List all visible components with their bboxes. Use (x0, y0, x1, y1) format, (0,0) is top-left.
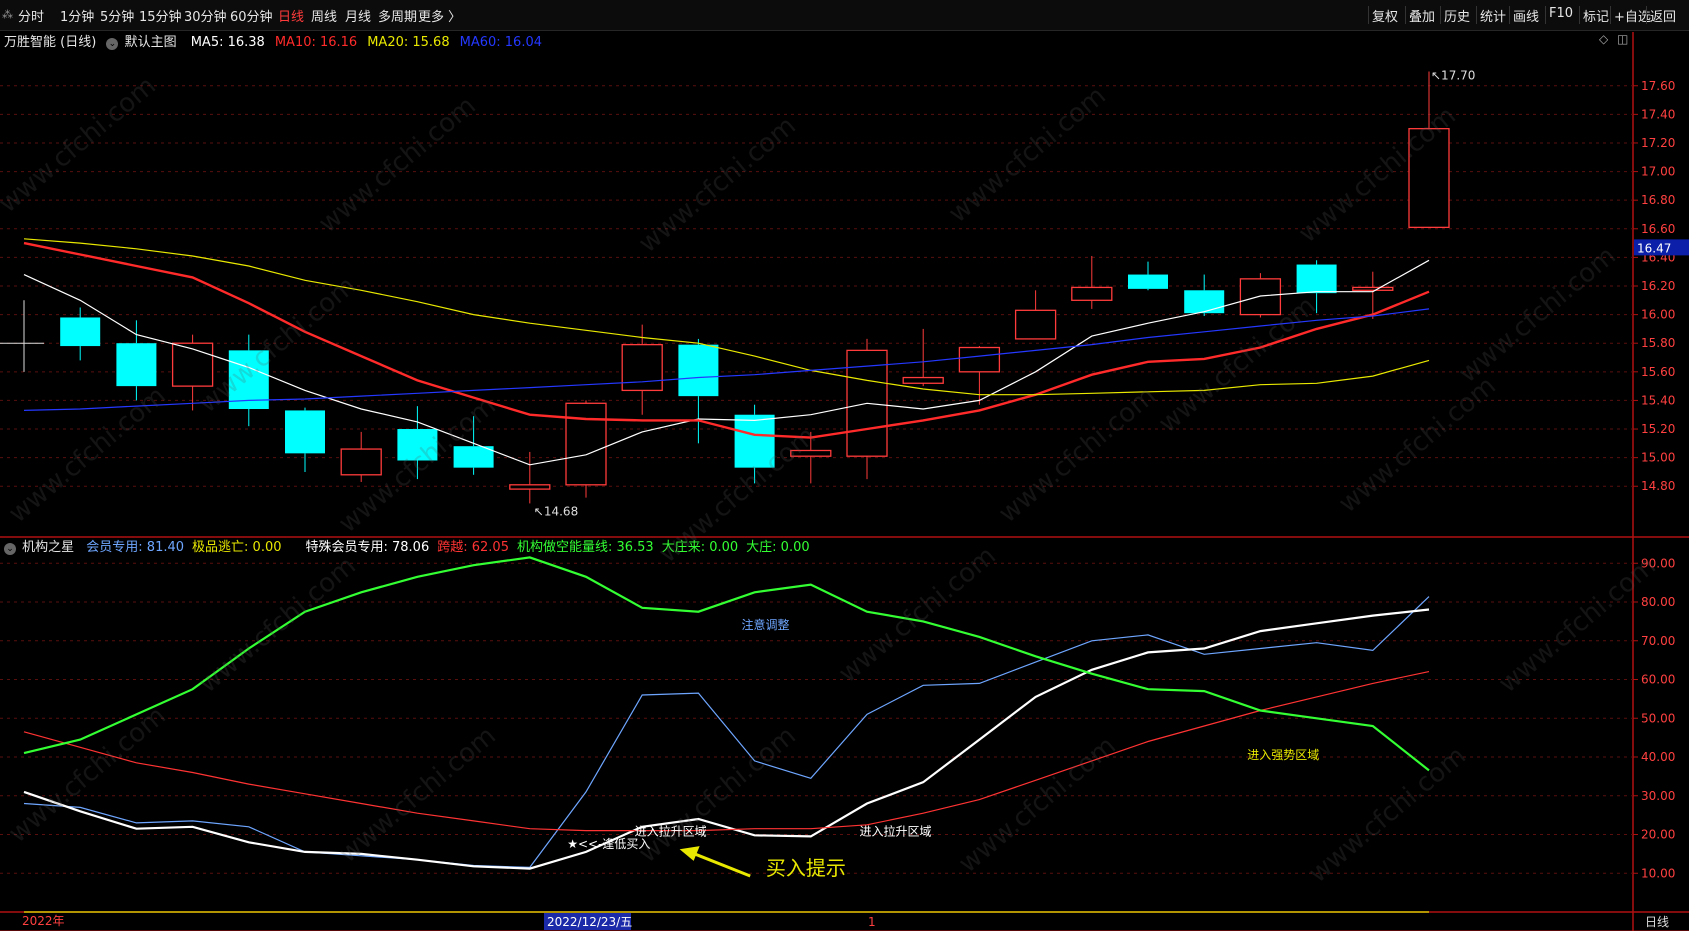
stock-chart[interactable]: 14.80 15.00 15.20 15.40 15.60 15.80 16.00 16.20… (0, 0, 1689, 931)
last-price-label: 16.47 (1637, 241, 1671, 255)
candle (228, 334, 269, 427)
candle-body (171, 342, 214, 387)
indicator-annotation: 进入强势区域 (1247, 748, 1319, 762)
buy-arrow-shaft (689, 850, 751, 878)
indicator-tick-label: 90.00 (1641, 556, 1675, 570)
candle (1014, 290, 1057, 340)
candle (734, 404, 775, 484)
price-tick-label: 15.80 (1641, 336, 1675, 350)
candle-body (1296, 264, 1337, 294)
indicator-tick-label: 80.00 (1641, 595, 1675, 609)
candle (1071, 255, 1113, 309)
date-label: 2022/12/23/五 (547, 915, 632, 929)
candle (116, 320, 157, 401)
indicator-line-机构做空能量线 (23, 556, 1430, 772)
candle (340, 431, 382, 482)
year-label: 2022年 (22, 914, 65, 928)
candle-body (340, 448, 382, 476)
candle-body (1071, 286, 1113, 301)
candle (60, 307, 101, 361)
date-marker: 1 (868, 915, 876, 929)
price-tick-label: 16.60 (1641, 222, 1675, 236)
candle-body (1239, 278, 1282, 316)
candle-body (958, 346, 1001, 373)
price-tick-label: 17.20 (1641, 136, 1675, 150)
low-price-label: ↖14.68 (534, 504, 578, 518)
candle-body (1184, 290, 1225, 314)
indicator-annotation: 买入提示 (766, 856, 846, 880)
price-tick-label: 16.00 (1641, 308, 1675, 322)
candle-body (565, 402, 607, 486)
candle (453, 416, 494, 475)
buy-arrow-head (679, 846, 700, 861)
indicator-tick-label: 50.00 (1641, 711, 1675, 725)
price-tick-label: 17.60 (1641, 79, 1675, 93)
indicator-annotation: 注意调整 (741, 617, 789, 632)
indicator-tick-label: 10.00 (1641, 866, 1675, 880)
indicator-annotation: ★<<-逢低买入 (567, 837, 650, 851)
candle (621, 324, 663, 415)
candle-body (285, 410, 325, 454)
candle-body (116, 343, 157, 387)
price-tick-label: 15.40 (1641, 393, 1675, 407)
indicator-tick-label: 20.00 (1641, 828, 1675, 842)
candle-body (1352, 286, 1394, 291)
candle (846, 338, 888, 480)
indicator-tick-label: 70.00 (1641, 634, 1675, 648)
candle (1408, 71, 1450, 229)
candle (1352, 271, 1394, 319)
candle (1128, 261, 1168, 291)
candle (1184, 274, 1225, 317)
candle-body (1408, 128, 1450, 229)
candle-body (678, 344, 719, 397)
candle (1296, 260, 1337, 314)
candle (678, 338, 719, 444)
candle-body (397, 429, 438, 461)
candle-body (453, 446, 494, 468)
indicator-annotation: 进入拉升区域 (859, 824, 931, 839)
candle-body (60, 317, 101, 347)
period-label: 日线 (1645, 915, 1669, 929)
candle-body (1128, 274, 1168, 289)
candle (902, 328, 944, 387)
indicator-tick-label: 60.00 (1641, 673, 1675, 687)
price-tick-label: 15.00 (1641, 451, 1675, 465)
candle-body (902, 376, 944, 384)
price-tick-label: 14.80 (1641, 479, 1675, 493)
candle-body (1014, 309, 1057, 340)
candle (790, 431, 832, 484)
candle-body (509, 484, 551, 490)
price-tick-label: 16.20 (1641, 279, 1675, 293)
candle-body (621, 343, 663, 392)
price-tick-label: 15.60 (1641, 365, 1675, 379)
candle-body (734, 414, 775, 468)
high-price-label: ↖17.70 (1431, 68, 1475, 82)
price-tick-label: 17.00 (1641, 165, 1675, 179)
indicator-tick-label: 30.00 (1641, 789, 1675, 803)
price-tick-label: 16.80 (1641, 193, 1675, 207)
indicator-tick-label: 40.00 (1641, 750, 1675, 764)
price-tick-label: 17.40 (1641, 107, 1675, 121)
candle (285, 407, 325, 472)
price-tick-label: 15.20 (1641, 422, 1675, 436)
candle-body (790, 449, 832, 457)
candle (397, 406, 438, 480)
candle (171, 334, 214, 411)
